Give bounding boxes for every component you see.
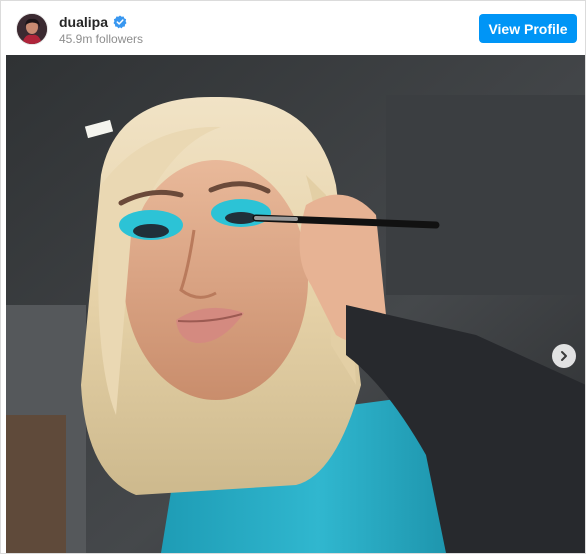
username-row: dualipa <box>59 13 127 31</box>
post-photo <box>6 55 585 553</box>
carousel-next-button[interactable] <box>552 344 576 368</box>
avatar-image <box>17 14 47 44</box>
verified-badge-icon <box>113 15 127 29</box>
post-image[interactable] <box>6 55 585 553</box>
chevron-right-icon <box>561 351 567 361</box>
view-profile-button[interactable]: View Profile <box>479 14 577 43</box>
avatar[interactable] <box>16 13 48 45</box>
follower-count: 45.9m followers <box>59 32 144 46</box>
username[interactable]: dualipa <box>59 14 108 30</box>
instagram-embed: dualipa 45.9m followers View Profile <box>0 0 586 554</box>
post-header: dualipa 45.9m followers View Profile <box>1 1 585 55</box>
